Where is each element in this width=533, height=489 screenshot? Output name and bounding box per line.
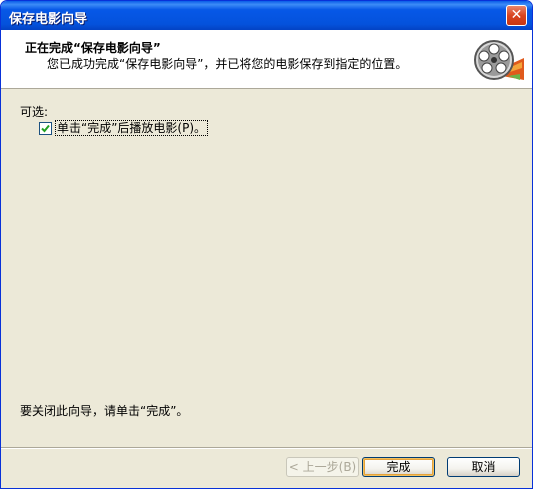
close-button[interactable]: ✕	[506, 5, 527, 26]
footer-divider-highlight	[1, 448, 532, 449]
play-movie-checkbox[interactable]	[39, 121, 52, 135]
checkmark-icon	[41, 124, 50, 132]
save-movie-wizard-window: 保存电影向导 ✕ 正在完成“保存电影向导” 您已成功完成“保存电影向导”，并已将…	[0, 0, 533, 489]
window-title: 保存电影向导	[9, 12, 88, 27]
film-reel-icon	[472, 36, 526, 86]
finish-button[interactable]: 完成	[362, 457, 435, 477]
title-bar[interactable]: 保存电影向导 ✕	[1, 1, 532, 30]
optional-label: 可选:	[20, 105, 49, 119]
cancel-button[interactable]: 取消	[447, 457, 520, 477]
play-movie-checkbox-label[interactable]: 单击“完成”后播放电影(P)。	[55, 120, 209, 136]
finish-hint: 要关闭此向导，请单击“完成”。	[20, 404, 189, 418]
wizard-header: 正在完成“保存电影向导” 您已成功完成“保存电影向导”，并已将您的电影保存到指定…	[1, 30, 532, 89]
header-description: 您已成功完成“保存电影向导”，并已将您的电影保存到指定的位置。	[47, 57, 408, 71]
back-button[interactable]: < 上一步(B)	[286, 457, 359, 477]
close-icon: ✕	[510, 7, 523, 23]
header-title: 正在完成“保存电影向导”	[25, 41, 161, 55]
play-movie-option[interactable]: 单击“完成”后播放电影(P)。	[39, 120, 209, 136]
